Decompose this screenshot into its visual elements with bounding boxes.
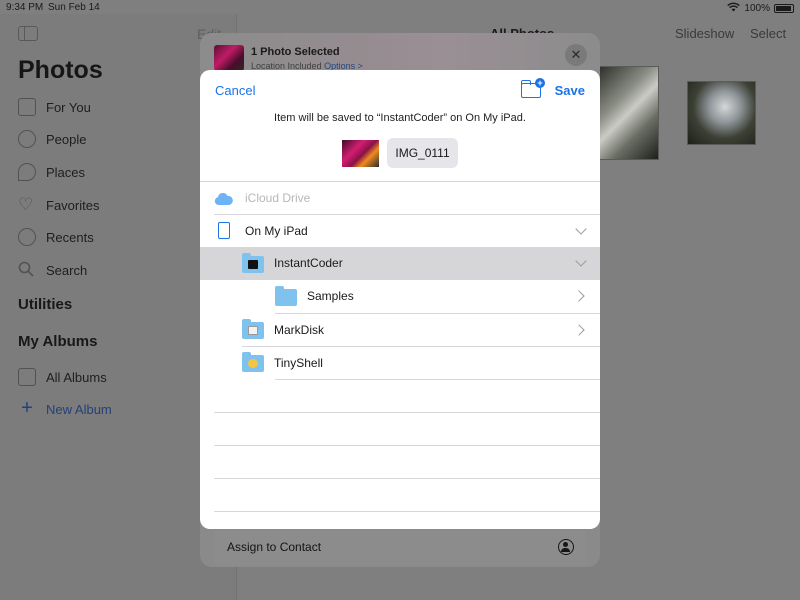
location-row-samples[interactable]: Samples [200, 280, 600, 313]
selected-photo-thumbnail [214, 45, 244, 71]
search-icon [18, 261, 36, 280]
ipad-icon [218, 222, 230, 239]
contact-icon [558, 539, 574, 555]
app-icon [248, 359, 258, 368]
assign-to-contact-row[interactable]: Assign to Contact [214, 531, 586, 565]
sidebar-item-people[interactable]: People [18, 128, 86, 150]
photo-thumbnail[interactable] [598, 66, 659, 160]
people-icon [18, 130, 36, 148]
file-thumbnail [342, 140, 379, 167]
location-row-tinyshell[interactable]: TinyShell [200, 347, 600, 380]
divider [214, 511, 600, 512]
sidebar-item-label: Search [46, 262, 88, 278]
select-button[interactable]: Select [750, 26, 786, 41]
location-label: MarkDisk [274, 323, 324, 337]
assign-to-contact-label: Assign to Contact [227, 540, 322, 554]
chevron-down-icon[interactable] [575, 223, 587, 235]
folder-icon [275, 286, 297, 306]
sidebar-item-label: People [46, 131, 87, 147]
sidebar-item-recents[interactable]: Recents [18, 226, 94, 248]
places-icon [18, 163, 36, 181]
status-bar: 9:34 PM Sun Feb 14 100% [0, 0, 800, 14]
new-album-button[interactable]: + New Album [18, 398, 112, 420]
slideshow-button[interactable]: Slideshow [675, 26, 734, 41]
app-icon [248, 260, 258, 269]
battery-percent: 100% [744, 3, 770, 14]
close-icon[interactable]: ✕ [565, 44, 587, 66]
app-icon [248, 326, 258, 335]
albums-icon [18, 368, 36, 386]
cancel-button[interactable]: Cancel [215, 83, 255, 98]
for-you-icon [18, 98, 36, 116]
location-label: TinyShell [274, 356, 323, 370]
divider [275, 379, 600, 380]
folder-icon [242, 253, 264, 273]
location-label: InstantCoder [274, 256, 343, 270]
wifi-icon [727, 2, 741, 15]
sidebar-item-all-albums[interactable]: All Albums [18, 366, 107, 388]
location-label: iCloud Drive [245, 191, 311, 205]
status-date: Sun Feb 14 [48, 2, 100, 13]
status-right: 100% [727, 2, 794, 15]
sidebar-item-label: Favorites [46, 197, 100, 213]
sidebar-item-places[interactable]: Places [18, 161, 85, 183]
sidebar-item-label: Places [46, 164, 86, 180]
location-label: On My iPad [245, 224, 308, 238]
chevron-right-icon[interactable] [573, 290, 585, 302]
divider [214, 412, 600, 413]
chevron-right-icon[interactable] [573, 324, 585, 336]
new-folder-icon[interactable]: + [520, 78, 545, 98]
folder-icon [242, 352, 264, 372]
save-dialog: Cancel + Save Item will be saved to “Ins… [200, 70, 600, 529]
sidebar-item-favorites[interactable]: ♡ Favorites [18, 194, 99, 216]
share-sheet-title: 1 Photo Selected [251, 46, 340, 58]
sidebar-item-search[interactable]: Search [18, 259, 87, 281]
heart-icon: ♡ [18, 195, 34, 214]
save-button[interactable]: Save [555, 83, 585, 98]
chevron-down-icon[interactable] [575, 255, 587, 267]
sidebar-item-label: All Albums [46, 369, 107, 385]
location-label: Samples [307, 289, 354, 303]
photo-thumbnail[interactable] [687, 81, 756, 145]
sidebar-item-label: For You [46, 99, 91, 115]
sidebar-toggle-icon[interactable] [18, 26, 38, 41]
location-row-icloud-drive: iCloud Drive [200, 182, 600, 215]
battery-icon [774, 4, 794, 13]
new-album-label: New Album [46, 401, 112, 417]
folder-icon [242, 319, 264, 339]
status-time: 9:34 PM [6, 2, 44, 13]
my-albums-heading[interactable]: My Albums [18, 333, 97, 350]
location-row-on-my-ipad[interactable]: On My iPad [200, 215, 600, 248]
save-destination-message: Item will be saved to “InstantCoder” on … [274, 112, 526, 124]
sidebar-item-for-you[interactable]: For You [18, 96, 91, 118]
cloud-icon [214, 192, 233, 205]
sidebar-item-label: Recents [46, 229, 94, 245]
divider [214, 445, 600, 446]
sidebar-title: Photos [18, 56, 103, 84]
location-row-instantcoder[interactable]: InstantCoder [200, 247, 600, 280]
utilities-heading[interactable]: Utilities [18, 296, 72, 313]
divider [214, 478, 600, 479]
clock-icon [18, 228, 36, 246]
location-row-markdisk[interactable]: MarkDisk [200, 314, 600, 347]
file-name-field[interactable]: IMG_0111 [387, 138, 458, 168]
plus-icon: + [21, 397, 33, 419]
